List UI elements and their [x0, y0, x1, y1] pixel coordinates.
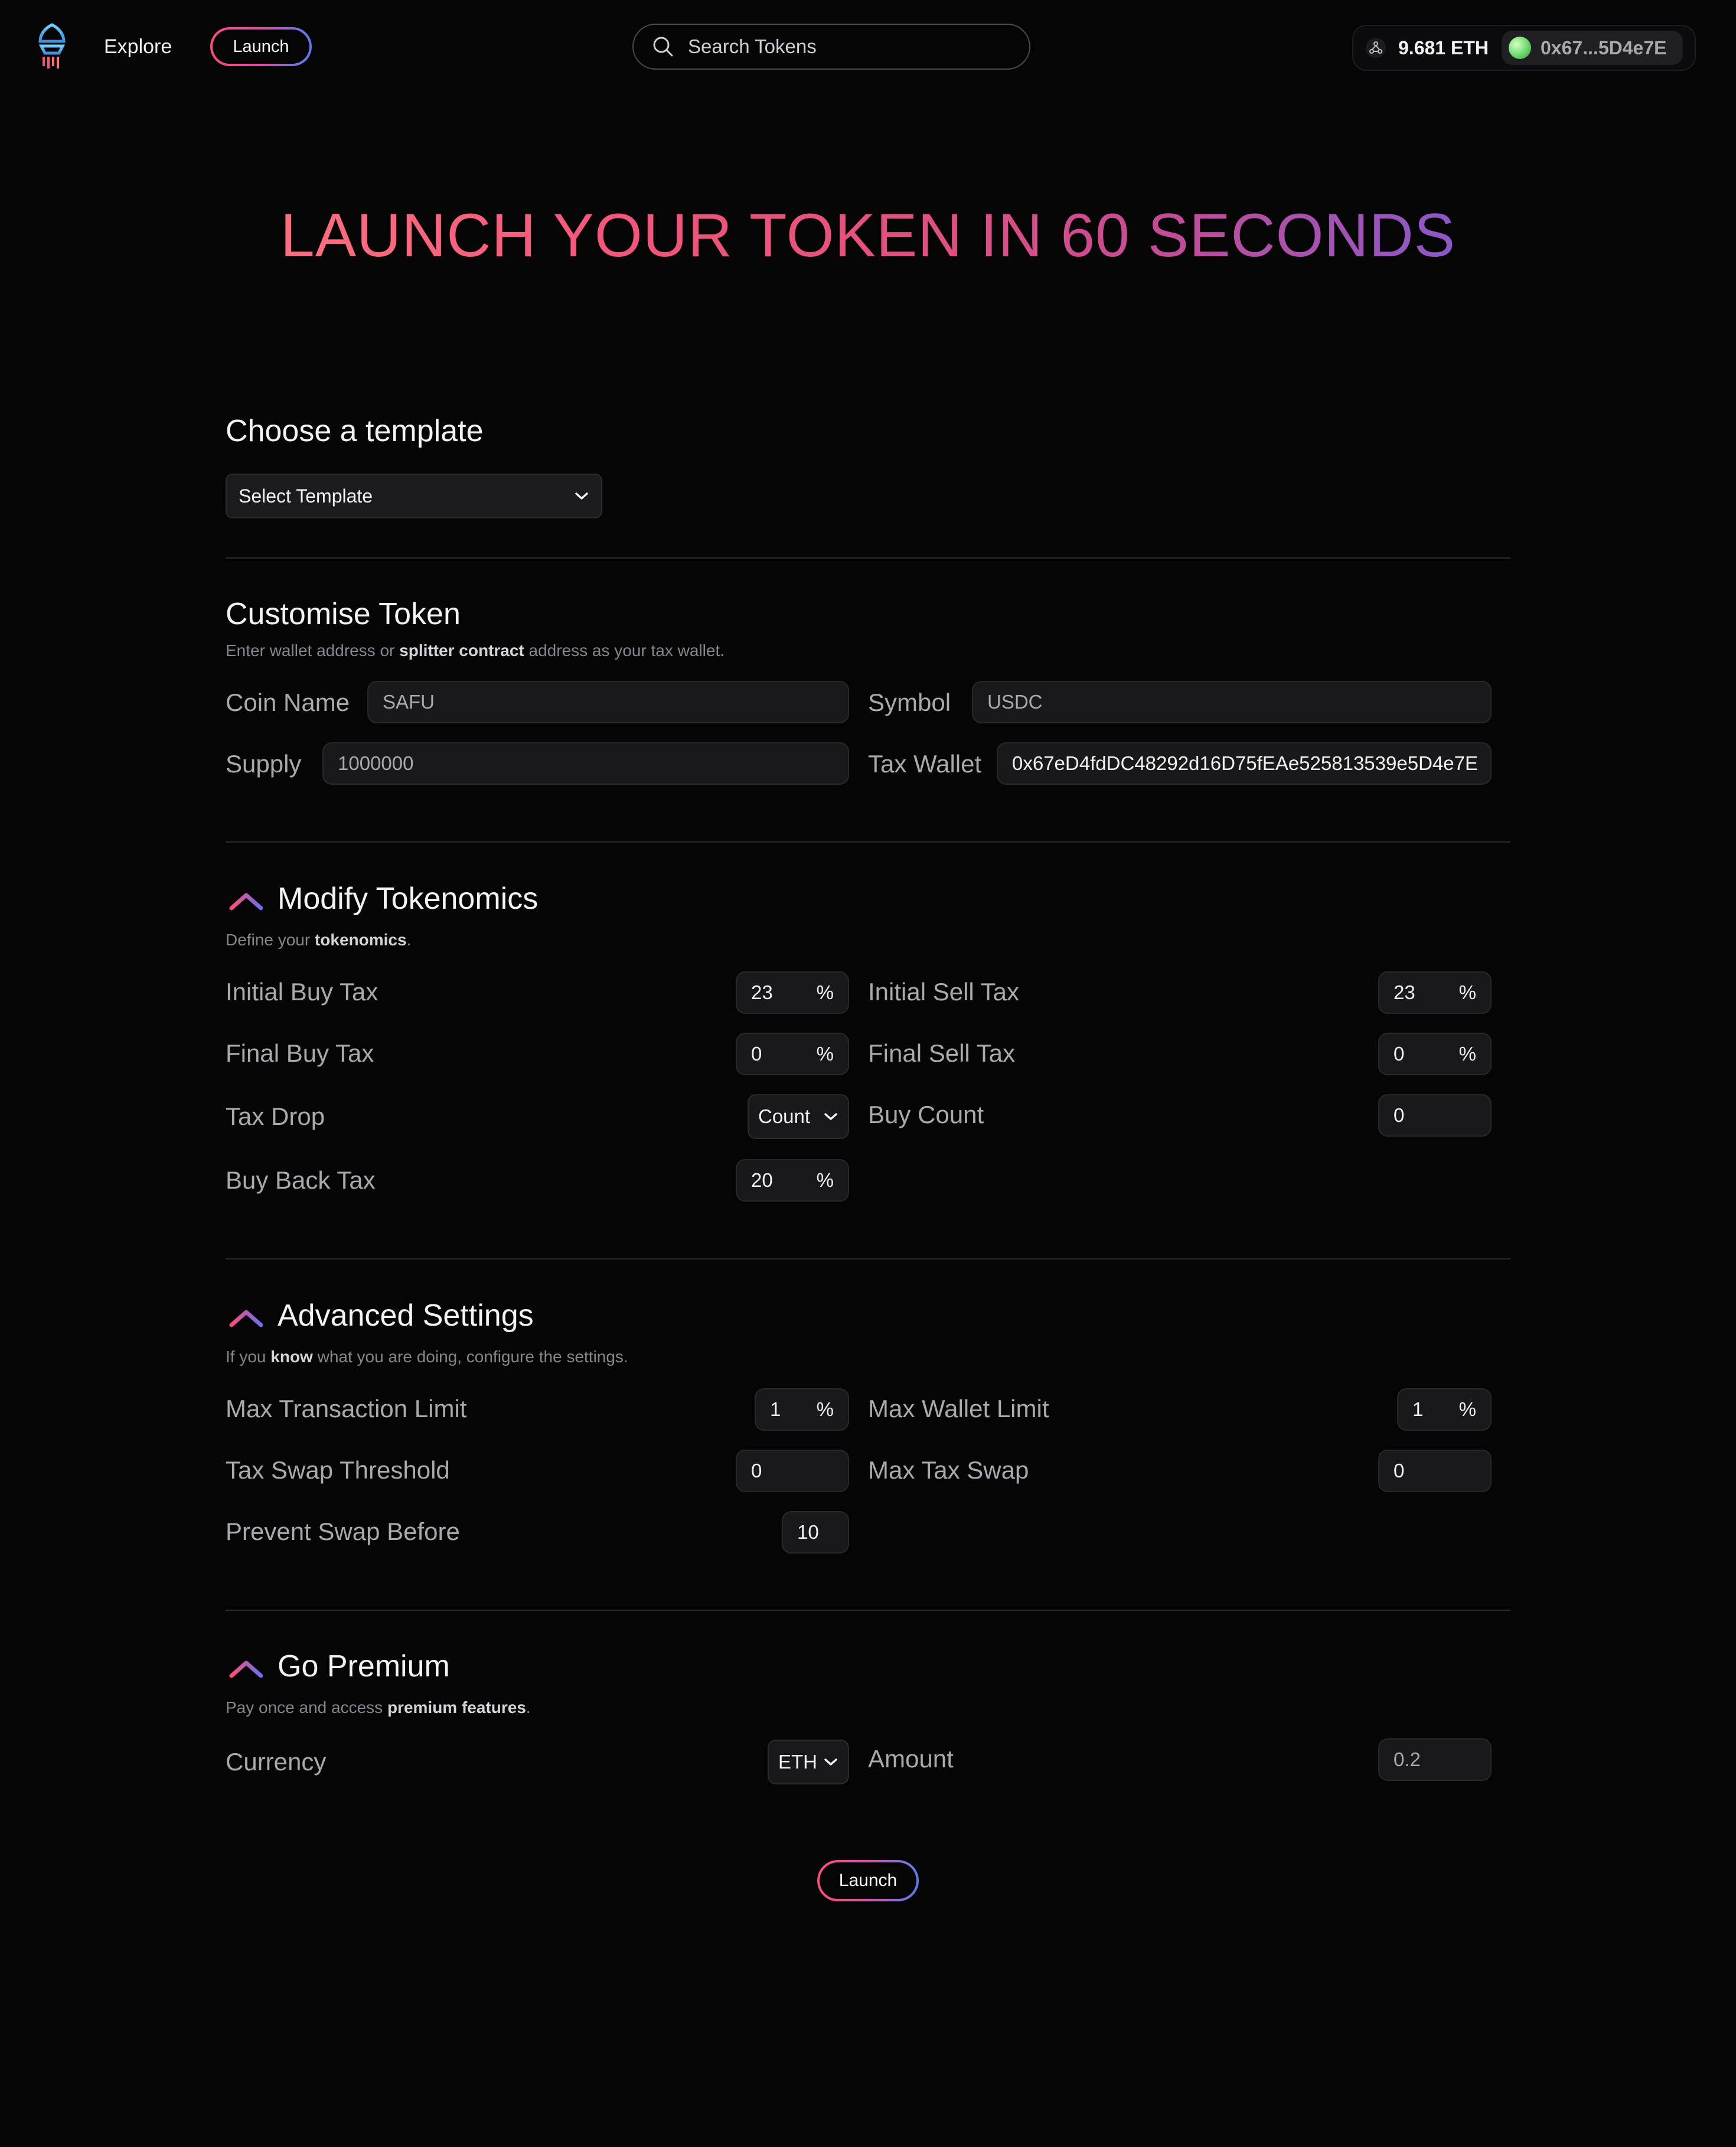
- percent-unit: %: [816, 1043, 834, 1065]
- max-wallet-label: Max Wallet Limit: [868, 1395, 1049, 1422]
- template-select[interactable]: Select Template: [226, 474, 602, 518]
- prevent-swap-field[interactable]: 10: [782, 1511, 849, 1554]
- max-tx-value: 1: [770, 1398, 781, 1420]
- nav-explore-link[interactable]: Explore: [104, 35, 172, 58]
- max-tax-swap-value: 0: [1394, 1460, 1405, 1482]
- currency-select[interactable]: ETH: [768, 1740, 849, 1784]
- percent-unit: %: [816, 1169, 834, 1191]
- divider: [226, 557, 1510, 559]
- caret-up-gradient-icon[interactable]: [228, 1306, 265, 1330]
- max-wallet-field[interactable]: 1 %: [1397, 1388, 1492, 1431]
- percent-unit: %: [816, 981, 834, 1003]
- supply-label: Supply: [226, 750, 302, 778]
- tax-drop-select[interactable]: Count: [748, 1094, 849, 1139]
- premium-heading[interactable]: Go Premium: [278, 1649, 450, 1684]
- buy-back-tax-field[interactable]: 20 %: [736, 1159, 849, 1202]
- final-sell-tax-label: Final Sell Tax: [868, 1039, 1016, 1067]
- percent-unit: %: [1458, 981, 1476, 1003]
- initial-sell-tax-field[interactable]: 23 %: [1378, 971, 1492, 1014]
- eth-balance: 9.681 ETH: [1398, 37, 1489, 58]
- tax-wallet-field[interactable]: 0x67eD4fdDC48292d16D75fEAe525813539e5D4e…: [997, 742, 1492, 785]
- advanced-heading[interactable]: Advanced Settings: [278, 1298, 534, 1333]
- eth-network-icon: [1366, 38, 1386, 58]
- amount-label: Amount: [868, 1745, 954, 1773]
- divider: [226, 841, 1510, 843]
- coin-name-label: Coin Name: [226, 689, 350, 716]
- caret-up-gradient-icon[interactable]: [228, 889, 265, 913]
- advanced-subtitle: If you know what you are doing, configur…: [226, 1347, 628, 1366]
- launch-button[interactable]: Launch: [817, 1860, 919, 1901]
- caret-up-gradient-icon[interactable]: [228, 1657, 265, 1681]
- search-box[interactable]: [632, 24, 1030, 70]
- nav-launch-button[interactable]: Launch: [210, 27, 312, 66]
- chevron-down-icon: [824, 1758, 837, 1766]
- symbol-field[interactable]: USDC: [972, 681, 1492, 723]
- buy-count-field[interactable]: 0: [1378, 1094, 1492, 1137]
- initial-sell-tax-value: 23: [1394, 981, 1415, 1003]
- customise-heading: Customise Token: [226, 597, 461, 631]
- initial-sell-tax-label: Initial Sell Tax: [868, 978, 1020, 1006]
- max-tax-swap-field[interactable]: 0: [1378, 1450, 1492, 1492]
- initial-buy-tax-value: 23: [751, 981, 773, 1003]
- template-select-value: Select Template: [239, 485, 373, 507]
- final-buy-tax-label: Final Buy Tax: [226, 1039, 374, 1067]
- search-input[interactable]: [687, 35, 1020, 58]
- symbol-label: Symbol: [868, 689, 951, 716]
- hero-title: LAUNCH YOUR TOKEN IN 60 SECONDS: [0, 201, 1736, 271]
- search-icon: [653, 37, 673, 57]
- final-sell-tax-value: 0: [1394, 1043, 1405, 1065]
- max-wallet-value: 1: [1412, 1398, 1424, 1420]
- tax-drop-label: Tax Drop: [226, 1102, 325, 1130]
- amount-placeholder: 0.2: [1394, 1748, 1421, 1770]
- initial-buy-tax-label: Initial Buy Tax: [226, 978, 378, 1006]
- tax-wallet-value: 0x67eD4fdDC48292d16D75fEAe525813539e5D4e…: [1012, 752, 1478, 774]
- template-heading: Choose a template: [226, 414, 484, 448]
- supply-field[interactable]: 1000000: [322, 742, 849, 785]
- wallet-widget[interactable]: 9.681 ETH 0x67...5D4e7E: [1352, 25, 1696, 71]
- avatar: [1508, 37, 1531, 59]
- divider: [226, 1610, 1510, 1611]
- percent-unit: %: [1458, 1398, 1476, 1420]
- percent-unit: %: [816, 1398, 834, 1420]
- symbol-placeholder: USDC: [987, 691, 1043, 713]
- buy-count-label: Buy Count: [868, 1101, 984, 1128]
- coin-name-placeholder: SAFU: [383, 691, 435, 713]
- coin-name-field[interactable]: SAFU: [367, 681, 849, 723]
- prevent-swap-value: 10: [797, 1521, 819, 1543]
- max-tx-field[interactable]: 1 %: [755, 1388, 849, 1431]
- tokenomics-subtitle: Define your tokenomics.: [226, 931, 412, 949]
- tax-wallet-label: Tax Wallet: [868, 750, 982, 778]
- premium-subtitle: Pay once and access premium features.: [226, 1698, 531, 1717]
- currency-value: ETH: [778, 1751, 817, 1773]
- buy-back-tax-label: Buy Back Tax: [226, 1166, 376, 1194]
- prevent-swap-label: Prevent Swap Before: [226, 1518, 460, 1545]
- final-buy-tax-field[interactable]: 0 %: [736, 1033, 849, 1075]
- hero-title-text: LAUNCH YOUR TOKEN IN 60 SECONDS: [280, 201, 1456, 270]
- amount-field[interactable]: 0.2: [1378, 1738, 1492, 1781]
- swap-threshold-label: Tax Swap Threshold: [226, 1456, 450, 1484]
- percent-unit: %: [1458, 1043, 1476, 1065]
- final-buy-tax-value: 0: [751, 1043, 762, 1065]
- buy-count-value: 0: [1394, 1104, 1405, 1126]
- supply-placeholder: 1000000: [338, 752, 414, 774]
- divider: [226, 1258, 1510, 1260]
- buy-back-tax-value: 20: [751, 1169, 773, 1191]
- swap-threshold-field[interactable]: 0: [736, 1450, 849, 1492]
- max-tx-label: Max Transaction Limit: [226, 1395, 467, 1422]
- wallet-address: 0x67...5D4e7E: [1540, 37, 1667, 58]
- logo-icon[interactable]: [35, 22, 68, 70]
- initial-buy-tax-field[interactable]: 23 %: [736, 971, 849, 1014]
- launch-page: Explore Launch 9.681 ETH 0x67...5D4e7E L…: [0, 0, 1736, 2147]
- tokenomics-heading[interactable]: Modify Tokenomics: [278, 881, 538, 916]
- wallet-address-chip[interactable]: 0x67...5D4e7E: [1501, 31, 1683, 65]
- max-tax-swap-label: Max Tax Swap: [868, 1456, 1029, 1484]
- currency-label: Currency: [226, 1748, 327, 1776]
- chevron-down-icon: [824, 1113, 837, 1120]
- chevron-down-icon: [575, 492, 588, 500]
- swap-threshold-value: 0: [751, 1460, 762, 1482]
- customise-subtitle: Enter wallet address or splitter contrac…: [226, 641, 725, 660]
- final-sell-tax-field[interactable]: 0 %: [1378, 1033, 1492, 1075]
- tax-drop-value: Count: [758, 1105, 811, 1127]
